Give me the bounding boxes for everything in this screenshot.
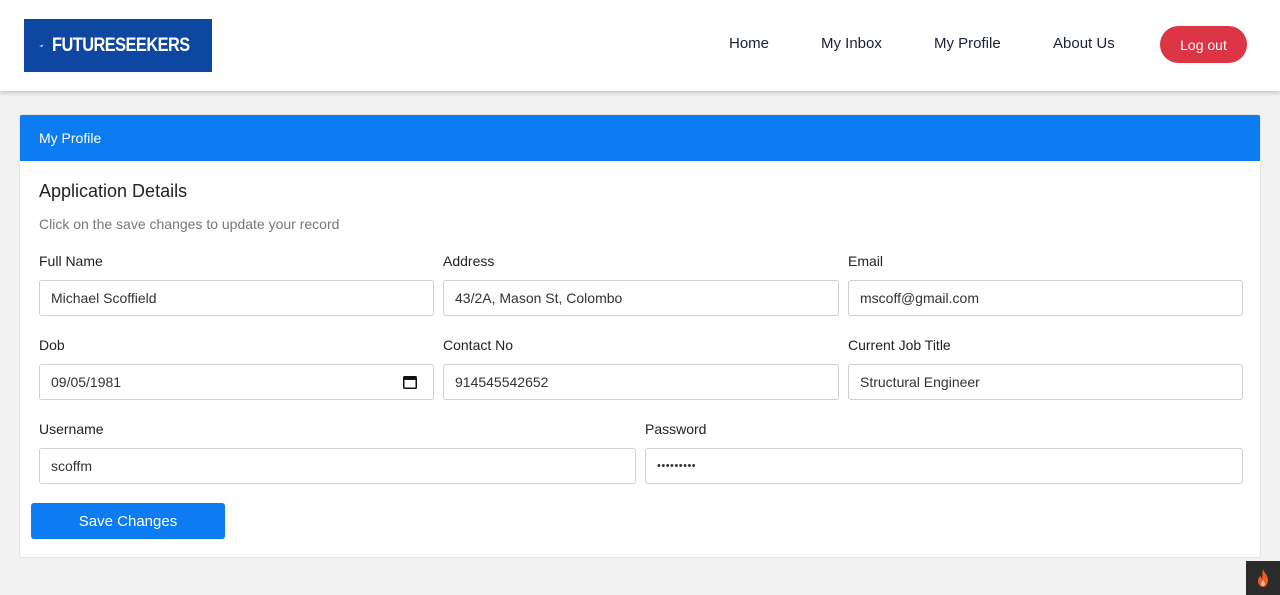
address-value: 43/2A, Mason St, Colombo: [455, 290, 623, 306]
email-value: mscoff@gmail.com: [860, 290, 979, 306]
dob-label: Dob: [39, 337, 65, 353]
dob-field[interactable]: 09/05/1981: [39, 364, 434, 400]
flame-icon: [1258, 569, 1268, 587]
brand-logo[interactable]: FUTURESEEKERS: [24, 19, 212, 72]
username-value: scoffm: [51, 458, 92, 474]
paper-plane-icon: [39, 44, 44, 47]
card-header: My Profile: [20, 115, 1260, 161]
password-value: •••••••••: [657, 460, 697, 472]
dob-value: 09/05/1981: [51, 374, 122, 390]
contact-no-field[interactable]: 914545542652: [443, 364, 839, 400]
email-label: Email: [848, 253, 884, 269]
nav-inbox-link[interactable]: My Inbox: [821, 35, 882, 52]
calendar-icon[interactable]: [403, 375, 417, 389]
address-label: Address: [443, 253, 495, 269]
username-label: Username: [39, 421, 104, 437]
contact-no-value: 914545542652: [455, 374, 549, 390]
section-subtitle: Click on the save changes to update your…: [39, 216, 340, 232]
job-title-value: Structural Engineer: [860, 374, 980, 390]
corner-widget[interactable]: [1246, 561, 1280, 595]
username-field[interactable]: scoffm: [39, 448, 636, 484]
section-title: Application Details: [39, 181, 188, 201]
top-navbar: FUTURESEEKERS Home My Inbox My Profile A…: [0, 0, 1280, 91]
full-name-field[interactable]: Michael Scoffield: [39, 280, 434, 316]
full-name-label: Full Name: [39, 253, 103, 269]
address-field[interactable]: 43/2A, Mason St, Colombo: [443, 280, 839, 316]
email-field[interactable]: mscoff@gmail.com: [848, 280, 1243, 316]
save-changes-button[interactable]: Save Changes: [31, 503, 225, 539]
logout-button[interactable]: Log out: [1160, 26, 1247, 63]
brand-name: FUTURESEEKERS: [51, 34, 190, 56]
nav-profile-link[interactable]: My Profile: [934, 35, 1001, 52]
job-title-label: Current Job Title: [848, 337, 951, 353]
contact-no-label: Contact No: [443, 337, 514, 353]
password-label: Password: [645, 421, 707, 437]
card-header-title: My Profile: [39, 130, 102, 146]
profile-card: My Profile Application Details Click on …: [19, 114, 1261, 558]
password-field[interactable]: •••••••••: [645, 448, 1243, 484]
job-title-field[interactable]: Structural Engineer: [848, 364, 1243, 400]
full-name-value: Michael Scoffield: [51, 290, 157, 306]
nav-about-link[interactable]: About Us: [1053, 35, 1115, 52]
nav-home-link[interactable]: Home: [729, 35, 769, 52]
